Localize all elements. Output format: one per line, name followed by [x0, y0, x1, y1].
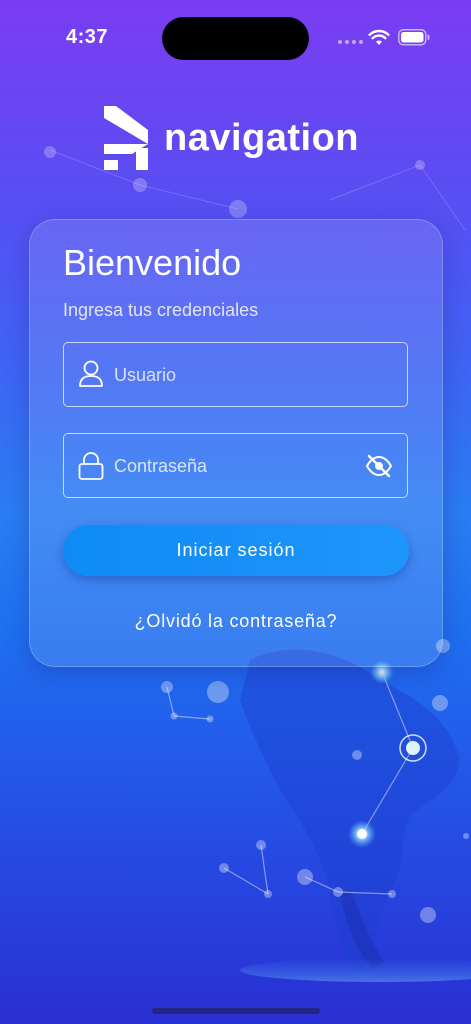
eye-off-icon[interactable]: [365, 454, 393, 478]
password-field[interactable]: [63, 433, 408, 499]
password-input[interactable]: [112, 434, 366, 499]
status-time: 4:37: [66, 26, 109, 48]
brand-logo: navigation: [102, 104, 359, 172]
login-screen: 4:37 navigation Bienvenido Ingresa tus c…: [0, 0, 471, 1024]
status-bar: 4:37: [0, 0, 471, 70]
signal-icon: [338, 40, 363, 44]
welcome-title: Bienvenido: [63, 242, 242, 283]
dynamic-island: [162, 17, 309, 60]
username-field[interactable]: [63, 342, 408, 408]
lock-icon: [78, 452, 104, 480]
credentials-subtitle: Ingresa tus credenciales: [63, 300, 259, 320]
brand-name: navigation: [164, 116, 360, 159]
battery-icon: [398, 29, 430, 46]
wifi-icon: [368, 29, 390, 45]
username-input[interactable]: [112, 343, 366, 408]
home-indicator[interactable]: [152, 1008, 320, 1014]
forgot-password-link[interactable]: ¿Olvidó la contraseña?: [30, 611, 442, 632]
navigation-logo-icon: [104, 106, 148, 170]
login-card: Bienvenido Ingresa tus credenciales Inic…: [29, 219, 443, 667]
login-button[interactable]: Iniciar sesión: [63, 525, 409, 576]
user-icon: [79, 360, 103, 387]
